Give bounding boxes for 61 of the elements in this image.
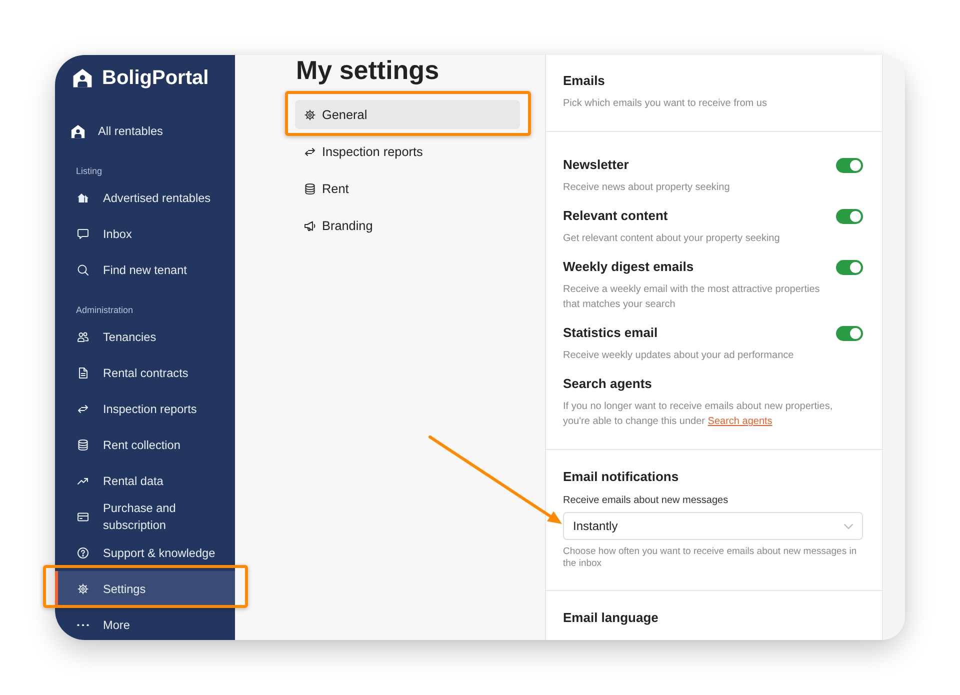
sidebar-item[interactable]: Rental data <box>55 463 235 499</box>
toggle-switch[interactable] <box>836 158 863 172</box>
dropdown[interactable]: Instantly <box>563 512 863 540</box>
brand-name: BoligPortal <box>102 66 209 90</box>
coin-stack-icon <box>304 182 316 194</box>
section-heading: Administration <box>75 304 134 317</box>
sidebar-item[interactable]: All rentables <box>55 113 235 149</box>
setting-title: Weekly digest emails <box>563 258 695 276</box>
section-heading: Listing <box>75 165 104 178</box>
sidebar-item[interactable]: Inspection reports <box>55 391 235 427</box>
sidebar-item[interactable]: Purchase and subscription <box>55 499 235 535</box>
setting-description: Receive weekly updates about your ad performance <box>563 349 795 363</box>
setting-title: Newsletter <box>563 156 630 174</box>
page-title: My settings <box>296 56 440 84</box>
setting-description: Receive news about property seeking <box>563 181 731 195</box>
settings-icon <box>77 583 89 595</box>
sidebar-item[interactable]: Advertised rentables <box>55 180 235 216</box>
sidebar-item[interactable]: Rent collection <box>55 427 235 463</box>
setting-title: Search agents <box>563 375 653 393</box>
setting-description: Get relevant content about your property seeking <box>563 232 781 246</box>
field-label: Receive emails about new messages <box>563 494 730 508</box>
house-icon <box>72 67 93 89</box>
house-icon <box>77 192 89 204</box>
setting-description: Receive a weekly email with the most attractive properties that matches your search <box>563 283 821 312</box>
toggle-switch[interactable] <box>836 208 863 224</box>
trend-line-icon <box>77 475 89 487</box>
settings-menu-item[interactable]: Rent <box>295 174 520 203</box>
sidebar-item[interactable]: Settings <box>55 571 235 607</box>
chevron-down-icon <box>844 524 853 528</box>
swap-arrows-icon <box>304 146 316 158</box>
credit-card-icon <box>77 511 89 523</box>
help-icon <box>77 547 89 559</box>
sidebar-item[interactable]: Find new tenant <box>55 252 235 288</box>
section-title: Emails <box>563 72 606 90</box>
settings-menu-item[interactable]: Branding <box>295 211 520 240</box>
search-icon <box>77 264 89 276</box>
house-icon <box>70 124 86 138</box>
setting-title: Relevant content <box>563 207 669 225</box>
megaphone-icon <box>304 220 316 232</box>
settings-menu-item[interactable]: General <box>295 100 520 129</box>
people-icon <box>77 331 89 343</box>
chat-bubble-icon <box>77 228 89 240</box>
section-description: Pick which emails you want to receive from us <box>563 97 768 111</box>
help-text: Choose how often you want to receive emails about new messages in the inbox <box>563 546 858 570</box>
sidebar-item[interactable]: Support & knowledge <box>55 535 235 571</box>
swap-arrows-icon <box>77 403 89 415</box>
toggle-switch[interactable] <box>836 260 863 274</box>
sidebar-item[interactable]: Tenancies <box>55 319 235 355</box>
settings-menu-item[interactable]: Inspection reports <box>295 137 520 166</box>
section-title: Email notifications <box>563 468 680 486</box>
sidebar-item[interactable]: More <box>55 607 235 643</box>
settings-icon <box>304 108 316 120</box>
toggle-switch[interactable] <box>836 326 863 340</box>
sidebar-item[interactable]: Inbox <box>55 216 235 252</box>
coin-stack-icon <box>77 439 89 451</box>
document-icon <box>77 367 89 379</box>
setting-title: Statistics email <box>563 324 659 342</box>
more-icon <box>77 624 89 626</box>
sidebar-item[interactable]: Rental contracts <box>55 355 235 391</box>
setting-description: If you no longer want to receive emails about new properties, you're able to change this under Search agents <box>563 400 834 429</box>
section-title: Email language <box>563 609 660 627</box>
